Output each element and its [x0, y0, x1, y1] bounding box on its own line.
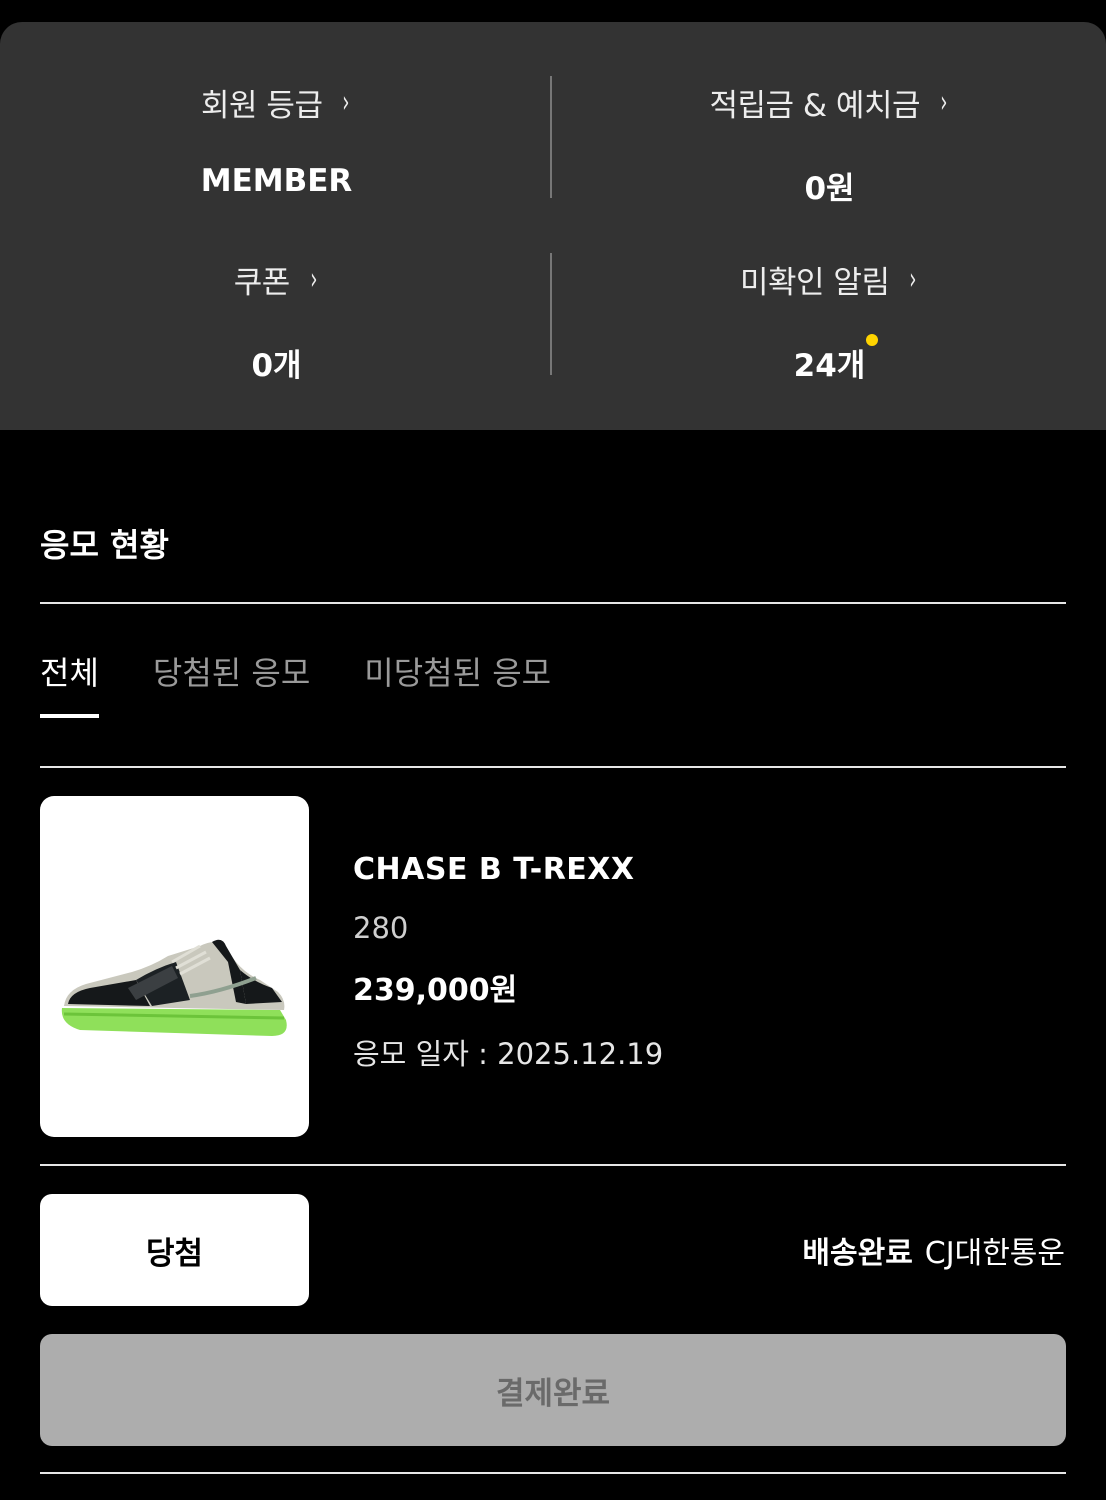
membership-stat[interactable]: 회원 등급 › MEMBER	[0, 80, 553, 199]
chevron-right-icon: ›	[940, 85, 948, 120]
chevron-right-icon: ›	[342, 85, 350, 120]
chevron-right-icon: ›	[310, 262, 317, 297]
points-value: 0원	[804, 171, 855, 207]
account-summary-card: 회원 등급 › MEMBER 적립금 & 예치금 › 0원 쿠폰 › 0개 미확…	[0, 22, 1106, 430]
payment-complete-button[interactable]: 결제완료	[40, 1334, 1066, 1446]
tab-lost[interactable]: 미당첨된 응모	[364, 648, 551, 694]
membership-label: 회원 등급	[201, 88, 323, 124]
points-stat[interactable]: 적립금 & 예치금 › 0원	[553, 80, 1106, 208]
notification-stat[interactable]: 미확인 알림 › 24개	[553, 257, 1106, 385]
notification-value: 24개	[794, 334, 879, 385]
coupon-value: 0개	[251, 348, 302, 384]
points-label: 적립금 & 예치금	[709, 88, 920, 124]
product-price: 239,000원	[353, 973, 518, 1008]
notification-label: 미확인 알림	[740, 265, 890, 301]
product-image[interactable]	[40, 796, 309, 1137]
divider	[40, 1472, 1066, 1474]
tab-won[interactable]: 당첨된 응모	[153, 648, 310, 694]
product-info: CHASE B T-REXX 280 239,000원 응모 일자 : 2025…	[353, 852, 663, 1073]
product-size: 280	[353, 911, 409, 945]
result-button[interactable]: 당첨	[40, 1194, 309, 1306]
shipping-status[interactable]: 배송완료 CJ대한통운	[802, 1228, 1065, 1272]
stat-divider	[550, 76, 552, 198]
tab-all[interactable]: 전체	[40, 648, 99, 718]
coupon-stat[interactable]: 쿠폰 › 0개	[0, 257, 553, 385]
entry-tabs: 전체 당첨된 응모 미당첨된 응모	[40, 648, 551, 718]
product-name[interactable]: CHASE B T-REXX	[353, 852, 663, 887]
section-title: 응모 현황	[40, 526, 169, 564]
divider	[40, 1164, 1066, 1166]
entry-date: 응모 일자 : 2025.12.19	[353, 1037, 664, 1071]
carrier-name: CJ대한통운	[924, 1236, 1065, 1271]
divider	[40, 766, 1066, 768]
divider	[40, 602, 1066, 604]
chevron-right-icon: ›	[909, 262, 917, 297]
shipping-status-label: 배송완료	[802, 1236, 913, 1271]
unread-dot-icon	[866, 334, 879, 346]
membership-value: MEMBER	[200, 163, 353, 199]
coupon-label: 쿠폰	[233, 265, 291, 301]
sneaker-icon	[61, 939, 287, 1036]
stat-divider	[550, 253, 552, 375]
